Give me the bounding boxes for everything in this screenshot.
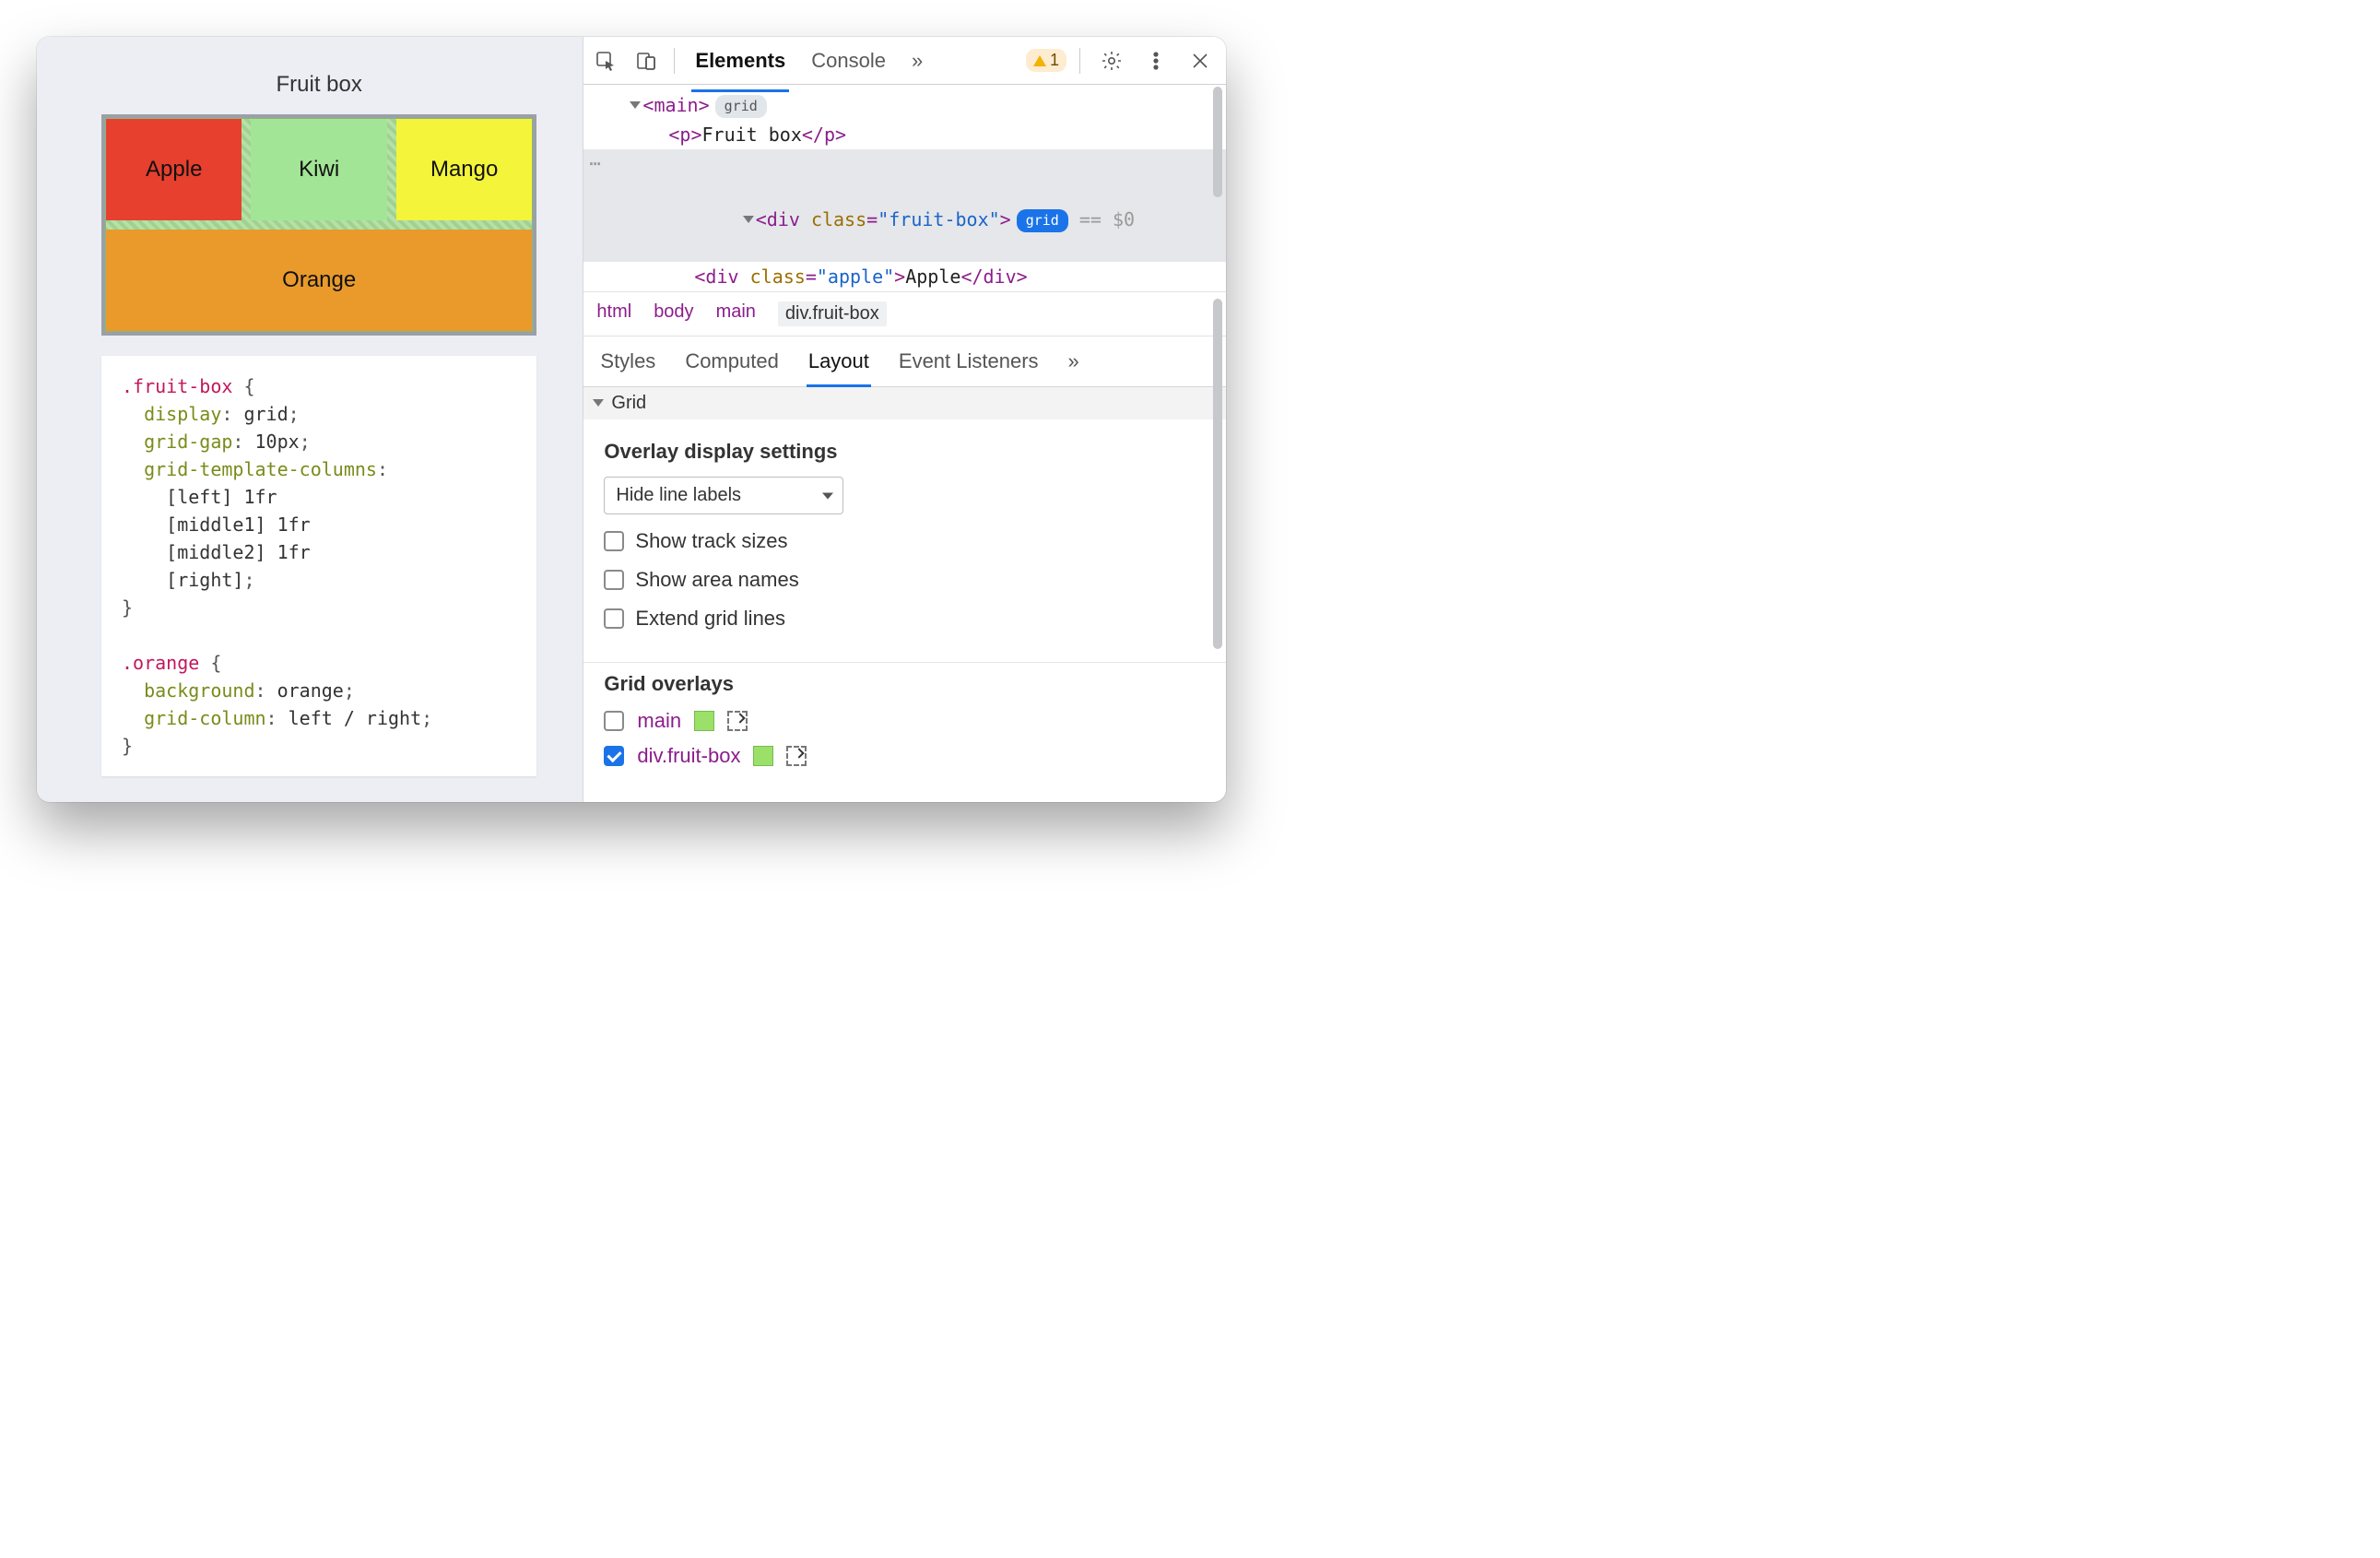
grid-badge[interactable]: grid	[715, 95, 767, 118]
subtab-layout[interactable]: Layout	[807, 346, 871, 377]
tab-elements[interactable]: Elements	[684, 40, 796, 82]
fruit-box-grid: Apple Kiwi Mango Orange	[105, 118, 533, 332]
crumb-main[interactable]: main	[716, 301, 756, 326]
crumb-fruit-box[interactable]: div.fruit-box	[778, 301, 887, 326]
subtab-styles[interactable]: Styles	[598, 346, 657, 377]
breadcrumb: html body main div.fruit-box	[583, 291, 1226, 336]
rendered-page-pane: Fruit box Apple Kiwi Mango Orange .fruit…	[37, 37, 583, 802]
css-code-block: .fruit-box { display: grid; grid-gap: 10…	[101, 356, 536, 776]
elements-subtabs: Styles Computed Layout Event Listeners »	[583, 336, 1226, 387]
dom-node-p[interactable]: <p>Fruit box</p>	[583, 120, 1226, 149]
grid-overlays-section: Grid overlays main div.fruit-box	[583, 663, 1226, 796]
checkbox[interactable]	[604, 570, 624, 590]
color-swatch[interactable]	[753, 746, 773, 766]
crumb-body[interactable]: body	[654, 301, 693, 326]
devtools-window: Fruit box Apple Kiwi Mango Orange .fruit…	[37, 37, 1226, 802]
tab-more[interactable]: »	[901, 40, 934, 82]
devtools-pane: Elements Console » 1 <main>grid <p>Fruit…	[583, 37, 1226, 802]
dom-node-apple[interactable]: <div class="apple">Apple</div>	[583, 262, 1226, 291]
checkbox[interactable]	[604, 531, 624, 551]
option-show-track-sizes[interactable]: Show track sizes	[604, 529, 1206, 553]
line-labels-select[interactable]: Hide line labels	[604, 477, 843, 514]
overlay-settings-title: Overlay display settings	[604, 440, 1206, 464]
warning-icon	[1033, 55, 1046, 66]
close-icon[interactable]	[1182, 42, 1219, 79]
checkbox[interactable]	[604, 608, 624, 629]
kebab-menu-icon[interactable]	[1137, 42, 1174, 79]
chevron-down-icon	[593, 399, 604, 407]
checkbox[interactable]	[604, 711, 624, 731]
fruit-box-outline: Apple Kiwi Mango Orange	[101, 114, 536, 336]
option-show-area-names[interactable]: Show area names	[604, 568, 1206, 592]
toolbar-separator	[1079, 48, 1080, 74]
ellipsis-icon[interactable]: ⋯	[589, 149, 600, 177]
overlay-fruit-box: div.fruit-box	[604, 744, 1206, 768]
checkbox[interactable]	[604, 746, 624, 766]
warnings-badge[interactable]: 1	[1026, 49, 1066, 72]
cell-mango[interactable]: Mango	[396, 119, 532, 220]
cell-orange[interactable]: Orange	[106, 230, 532, 331]
grid-overlays-title: Grid overlays	[604, 672, 1206, 696]
subtab-computed[interactable]: Computed	[683, 346, 781, 377]
highlight-element-icon[interactable]	[727, 711, 748, 731]
cell-kiwi[interactable]: Kiwi	[251, 119, 386, 220]
overlay-main: main	[604, 709, 1206, 733]
subtab-more[interactable]: »	[1066, 346, 1081, 377]
page-title: Fruit box	[101, 72, 536, 98]
dom-node-main[interactable]: <main>grid	[583, 90, 1226, 120]
tab-console[interactable]: Console	[800, 40, 897, 82]
color-swatch[interactable]	[694, 711, 714, 731]
dom-tree[interactable]: <main>grid <p>Fruit box</p> ⋯ <div class…	[583, 85, 1226, 291]
subtab-event[interactable]: Event Listeners	[897, 346, 1041, 377]
grid-badge[interactable]: grid	[1017, 209, 1068, 232]
dom-node-fruit-box[interactable]: ⋯ <div class="fruit-box">grid == $0	[583, 149, 1226, 262]
layout-grid-section: Grid Overlay display settings Hide line …	[583, 387, 1226, 663]
highlight-element-icon[interactable]	[786, 746, 807, 766]
toolbar-separator	[674, 48, 675, 74]
device-toolbar-icon[interactable]	[628, 42, 665, 79]
devtools-toolbar: Elements Console » 1	[583, 37, 1226, 85]
option-extend-grid-lines[interactable]: Extend grid lines	[604, 607, 1206, 631]
crumb-html[interactable]: html	[596, 301, 631, 326]
inspect-element-icon[interactable]	[587, 42, 624, 79]
scrollbar[interactable]	[1211, 87, 1224, 802]
cell-apple[interactable]: Apple	[106, 119, 242, 220]
grid-section-header[interactable]: Grid	[583, 387, 1226, 419]
gear-icon[interactable]	[1093, 42, 1130, 79]
